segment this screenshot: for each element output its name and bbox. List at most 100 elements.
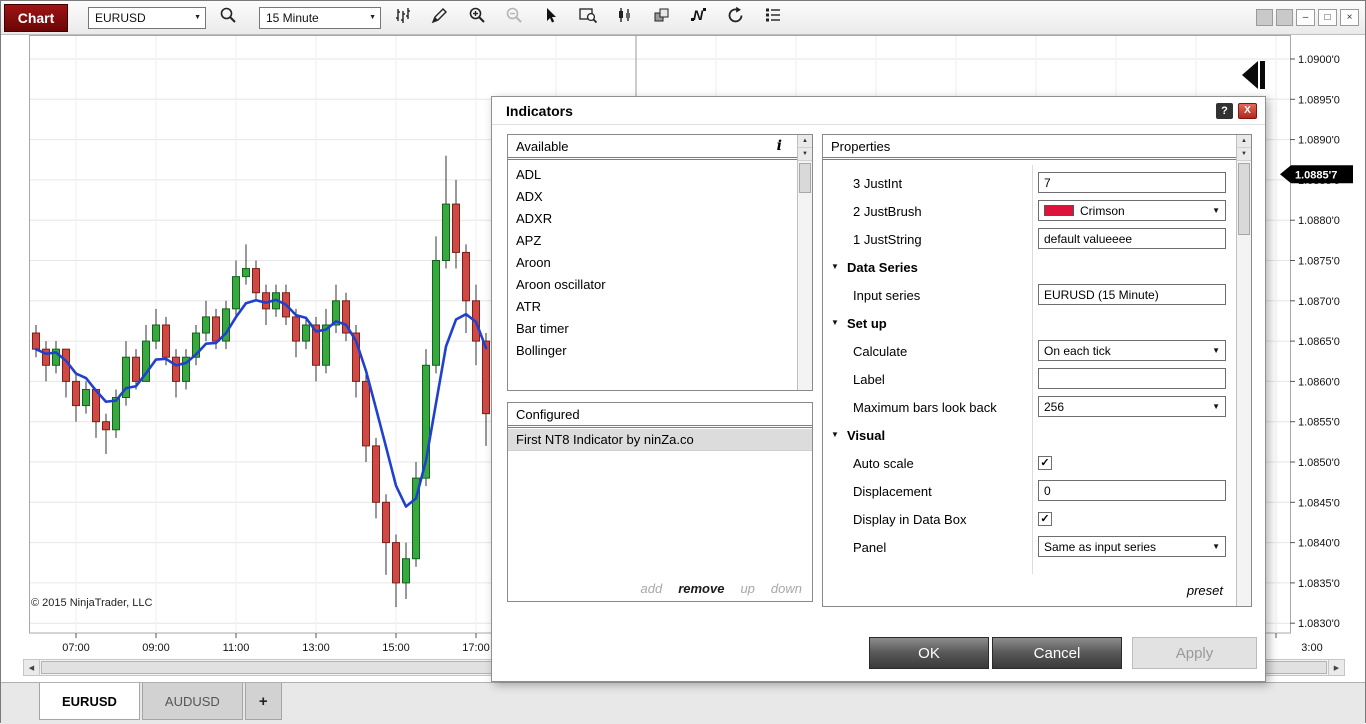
chart-menu-button[interactable]: Chart — [4, 3, 68, 32]
data-box-button[interactable] — [573, 4, 603, 32]
scroll-left-icon[interactable]: ◀ — [24, 660, 40, 675]
3-justint-input[interactable]: 7 — [1038, 172, 1226, 193]
dialog-close-button[interactable]: X — [1238, 102, 1257, 119]
instrument-search-button[interactable] — [213, 4, 243, 32]
available-item[interactable]: Aroon — [508, 252, 797, 274]
reload-button[interactable] — [721, 4, 751, 32]
displacement-input[interactable]: 0 — [1038, 480, 1226, 501]
go-to-latest-icon[interactable] — [1242, 61, 1265, 89]
current-price-marker: 1.0885'7 — [1280, 165, 1353, 184]
cancel-button[interactable]: Cancel — [992, 637, 1122, 669]
chart-properties-button[interactable] — [758, 4, 788, 32]
preset-link[interactable]: preset — [1187, 583, 1223, 598]
available-item[interactable]: Aroon oscillator — [508, 274, 797, 296]
section-collapse-icon[interactable]: ▼ — [831, 318, 839, 327]
price-axis-label: 1.0865'0 — [1298, 336, 1340, 348]
section-collapse-icon[interactable]: ▼ — [831, 262, 839, 271]
auto-scale-checkbox[interactable]: ✓ — [1038, 455, 1052, 470]
display-in-data-box-checkbox[interactable]: ✓ — [1038, 511, 1052, 526]
available-item[interactable]: APZ — [508, 230, 797, 252]
available-item[interactable]: ADXR — [508, 208, 797, 230]
drawing-path-button[interactable]: N — [684, 4, 714, 32]
ok-button[interactable]: OK — [869, 637, 989, 669]
scroll-right-icon[interactable]: ▶ — [1328, 660, 1344, 675]
scrollbar-thumb[interactable] — [1238, 163, 1250, 235]
remove-button[interactable]: remove — [678, 581, 724, 596]
indicators-icon — [616, 6, 634, 29]
panel-select[interactable]: Same as input series ▼ — [1038, 536, 1226, 557]
time-axis-label: 13:00 — [302, 642, 330, 654]
chevron-down-icon: ▼ — [194, 14, 201, 21]
available-item[interactable]: ATR — [508, 296, 797, 318]
property-label: Panel — [853, 539, 887, 555]
instrument-select[interactable]: EURUSD ▼ — [88, 6, 206, 29]
configured-item[interactable]: First NT8 Indicator by ninZa.co — [508, 429, 812, 451]
maximize-button[interactable]: □ — [1318, 9, 1337, 26]
price-axis-label: 1.0890'0 — [1298, 135, 1340, 147]
scroll-down-icon[interactable]: ▼ — [1237, 148, 1251, 161]
available-list: ADL ADX ADXR APZ Aroon Aroon oscillator ATR Bar… — [508, 161, 797, 390]
window-flat-button[interactable] — [1276, 9, 1293, 26]
chart-tab-add[interactable]: + — [244, 683, 282, 720]
toolbar: Chart EURUSD ▼ 15 Minute ▼ N – □ × — [1, 1, 1365, 35]
calculate-select[interactable]: On each tick ▼ — [1038, 340, 1226, 361]
drawing-tools-button[interactable] — [425, 4, 455, 32]
chart-style-button[interactable] — [388, 4, 418, 32]
copyright-text: © 2015 NinjaTrader, LLC — [31, 597, 153, 609]
2-justbrush-select[interactable]: Crimson ▼ — [1038, 200, 1226, 221]
info-icon[interactable]: i — [777, 138, 782, 154]
window-flat-button[interactable] — [1256, 9, 1273, 26]
close-button[interactable]: × — [1340, 9, 1359, 26]
scroll-down-icon[interactable]: ▼ — [798, 148, 812, 161]
chart-style-icon — [394, 6, 412, 29]
time-axis-label: 3:00 — [1301, 642, 1322, 654]
properties-scrollbar[interactable]: ▲ ▼ — [1236, 135, 1251, 606]
window-controls: – □ × — [1256, 9, 1359, 26]
available-item[interactable]: Bollinger — [508, 340, 797, 362]
time-axis-label: 09:00 — [142, 642, 170, 654]
zoom-in-button[interactable] — [462, 4, 492, 32]
maximum-bars-look-back-select[interactable]: 256 ▼ — [1038, 396, 1226, 417]
property-grid: 3 JustInt 7 2 JustBrush Crimson ▼ 1 JustStrin… — [823, 161, 1236, 576]
1-juststring-input[interactable]: default valueeee — [1038, 228, 1226, 249]
chart-tab-audusd[interactable]: AUDUSD — [141, 683, 243, 720]
minimize-button[interactable]: – — [1296, 9, 1315, 26]
dialog-title-bar[interactable]: Indicators ? X — [492, 97, 1265, 125]
price-axis-label: 1.0850'0 — [1298, 457, 1340, 469]
properties-panel: Properties 3 JustInt 7 2 JustBrush Crimson ▼… — [822, 134, 1252, 607]
price-axis-label: 1.0830'0 — [1298, 618, 1340, 630]
scroll-up-icon[interactable]: ▲ — [1237, 135, 1251, 148]
interval-select[interactable]: 15 Minute ▼ — [259, 6, 381, 29]
strategies-button[interactable] — [647, 4, 677, 32]
chart-tab-eurusd[interactable]: EURUSD — [39, 683, 140, 720]
reload-icon — [727, 6, 745, 29]
input-series-input[interactable]: EURUSD (15 Minute) — [1038, 284, 1226, 305]
available-scrollbar[interactable]: ▲ ▼ — [797, 135, 812, 390]
section-collapse-icon[interactable]: ▼ — [831, 430, 839, 439]
down-button: down — [770, 581, 802, 596]
zoom-in-icon — [468, 6, 486, 29]
available-item[interactable]: ADL — [508, 164, 797, 186]
available-header: Available i — [508, 135, 812, 160]
help-button[interactable]: ? — [1216, 102, 1233, 119]
label-input[interactable] — [1038, 368, 1226, 389]
chevron-down-icon: ▼ — [1212, 346, 1220, 355]
chevron-down-icon: ▼ — [1212, 542, 1220, 551]
chevron-down-icon: ▼ — [369, 14, 376, 21]
property-label: Label — [853, 371, 885, 387]
scrollbar-thumb[interactable] — [799, 163, 811, 193]
chart-window: Chart EURUSD ▼ 15 Minute ▼ N – □ × 1.090… — [0, 0, 1366, 724]
cursor-button[interactable] — [536, 4, 566, 32]
properties-header: Properties — [823, 135, 1251, 160]
available-item[interactable]: Bar timer — [508, 318, 797, 340]
price-axis-label: 1.0875'0 — [1298, 256, 1340, 268]
configured-actions: add remove up down — [641, 581, 803, 596]
cursor-icon — [542, 6, 560, 29]
price-axis-label: 1.0900'0 — [1298, 54, 1340, 66]
available-panel: Available i ADL ADX ADXR APZ Aroon Aroon osci… — [507, 134, 813, 391]
indicators-button[interactable] — [610, 4, 640, 32]
price-axis-label: 1.0860'0 — [1298, 376, 1340, 388]
chart-tab-strip: EURUSD AUDUSD + — [1, 682, 1365, 724]
scroll-up-icon[interactable]: ▲ — [798, 135, 812, 148]
available-item[interactable]: ADX — [508, 186, 797, 208]
